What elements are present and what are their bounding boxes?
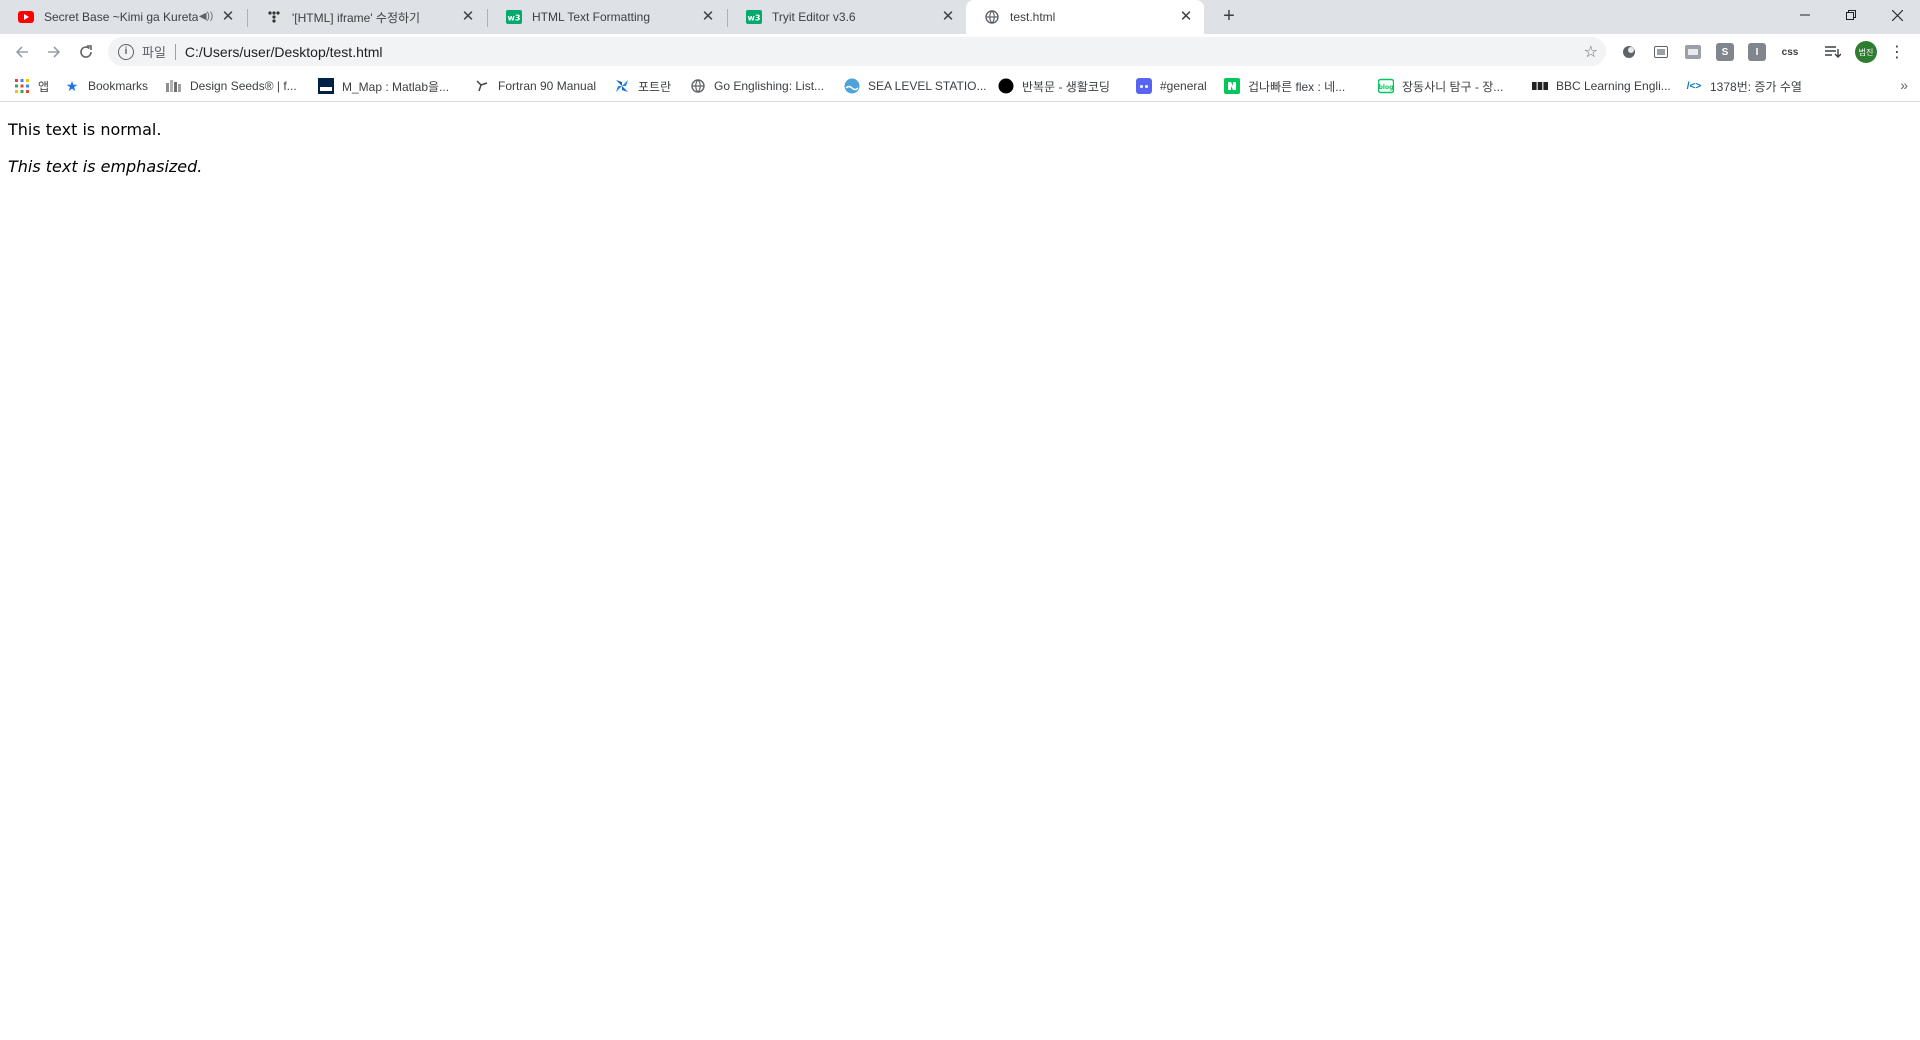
bookmark-label: #general bbox=[1160, 79, 1207, 93]
bookmarks-bar: 앱 ★ Bookmarks Design Seeds® | f... M_Map… bbox=[0, 70, 1920, 102]
new-tab-button[interactable]: + bbox=[1216, 5, 1242, 29]
bbc-icon bbox=[1532, 78, 1548, 94]
extension-screenshot-icon[interactable] bbox=[1652, 43, 1670, 61]
extension-s-icon[interactable]: S bbox=[1716, 43, 1734, 61]
bookmark-label: BBC Learning Engli... bbox=[1556, 79, 1671, 93]
forward-button[interactable] bbox=[40, 38, 68, 66]
bookmark-flex-naver[interactable]: 겁나빠른 flex : 네... bbox=[1224, 70, 1345, 102]
youtube-icon bbox=[18, 9, 34, 25]
ubc-icon bbox=[318, 78, 334, 94]
info-icon[interactable]: i bbox=[118, 43, 134, 60]
bookmark-label: 반복문 - 생활코딩 bbox=[1022, 79, 1110, 94]
bookmark-sea-level-station[interactable]: SEA LEVEL STATIO... bbox=[844, 70, 987, 102]
svg-text:w3: w3 bbox=[508, 14, 521, 23]
close-tab-icon[interactable]: ✕ bbox=[700, 9, 716, 25]
close-window-button[interactable] bbox=[1874, 0, 1920, 30]
design-seeds-icon bbox=[166, 78, 182, 94]
bookmark-apps[interactable]: 앱 bbox=[14, 70, 49, 102]
extension-css-icon[interactable]: css bbox=[1778, 43, 1802, 61]
close-tab-icon[interactable]: ✕ bbox=[220, 9, 236, 25]
bookmark-design-seeds[interactable]: Design Seeds® | f... bbox=[166, 70, 297, 102]
svg-text:w3: w3 bbox=[748, 14, 761, 23]
tab-tryit-editor[interactable]: w3 Tryit Editor v3.6 ✕ bbox=[728, 0, 966, 34]
pinwheel-icon bbox=[614, 78, 630, 94]
normal-text: This text is normal. bbox=[8, 120, 162, 139]
reload-button[interactable] bbox=[72, 38, 100, 66]
bookmark-go-englishing[interactable]: Go Englishing: List... bbox=[690, 70, 824, 102]
bookmark-label: 장동사니 탐구 - 장... bbox=[1402, 79, 1504, 94]
reload-icon bbox=[80, 45, 92, 58]
reading-list-icon[interactable] bbox=[1824, 43, 1842, 61]
bookmark-label: 1378번: 증가 수열 bbox=[1710, 79, 1802, 94]
naver-icon bbox=[1224, 78, 1240, 94]
bookmark-loop-opentutorials[interactable]: 반복문 - 생활코딩 bbox=[998, 70, 1110, 102]
code-icon: /<> bbox=[1686, 80, 1702, 92]
tab-title: Tryit Editor v3.6 bbox=[772, 10, 856, 24]
close-tab-icon[interactable]: ✕ bbox=[940, 9, 956, 25]
bookmark-label: 겁나빠른 flex : 네... bbox=[1248, 79, 1346, 94]
restore-button[interactable] bbox=[1828, 0, 1874, 30]
tab-title: Secret Base ~Kimi ga Kureta bbox=[44, 10, 198, 24]
tab-title: HTML Text Formatting bbox=[532, 10, 651, 24]
apps-grid-icon bbox=[14, 78, 30, 94]
tistory-icon bbox=[266, 9, 282, 25]
bookmark-label: SEA LEVEL STATIO... bbox=[868, 79, 987, 93]
tab-html-text-formatting[interactable]: w3 HTML Text Formatting ✕ bbox=[488, 0, 726, 34]
url-scheme-label: 파일 bbox=[142, 45, 166, 60]
star-icon: ★ bbox=[65, 77, 79, 94]
more-menu-icon[interactable]: ⋮ bbox=[1888, 43, 1906, 61]
bookmark-label: Bookmarks bbox=[88, 79, 149, 93]
bookmark-label: Fortran 90 Manual bbox=[498, 79, 597, 93]
bookmark-label: 앱 bbox=[38, 79, 50, 94]
extension-dark-mode-icon[interactable] bbox=[1620, 43, 1638, 61]
bookmark-label: Design Seeds® | f... bbox=[190, 79, 297, 93]
close-tab-icon[interactable]: ✕ bbox=[460, 9, 476, 25]
speaker-icon[interactable]: ◀)) bbox=[198, 9, 214, 25]
bookmark-jangdong-blog[interactable]: blog 장동사니 탐구 - 장... bbox=[1378, 70, 1503, 102]
url-text[interactable]: C:/Users/user/Desktop/test.html bbox=[185, 44, 383, 60]
back-button[interactable] bbox=[8, 38, 36, 66]
tab-strip: Secret Base ~Kimi ga Kureta ◀)) ✕ '[HTML… bbox=[0, 0, 1920, 34]
extension-i-icon[interactable]: I bbox=[1748, 43, 1766, 61]
bookmark-m-map[interactable]: M_Map : Matlab을... bbox=[318, 70, 449, 102]
minimize-button[interactable] bbox=[1782, 0, 1828, 30]
svg-text:blog: blog bbox=[1379, 84, 1394, 91]
discord-icon bbox=[1136, 78, 1152, 94]
tab-title: '[HTML] iframe' 수정하기 bbox=[292, 10, 421, 25]
browser-toolbar: i 파일 C:/Users/user/Desktop/test.html ☆ S… bbox=[0, 34, 1920, 70]
bookmark-fortran-kr[interactable]: 포트란 bbox=[614, 70, 671, 102]
omnibox-divider bbox=[174, 43, 176, 60]
bookmark-star-icon[interactable]: ☆ bbox=[1584, 42, 1598, 62]
bookmark-baekjoon-1378[interactable]: /<> 1378번: 증가 수열 bbox=[1686, 70, 1802, 102]
arrow-left-icon bbox=[15, 46, 28, 58]
bookmark-label: M_Map : Matlab을... bbox=[342, 79, 450, 94]
arrow-right-icon bbox=[48, 46, 61, 58]
bookmark-bookmarks[interactable]: ★ Bookmarks bbox=[64, 70, 148, 102]
tab-iframe-edit[interactable]: '[HTML] iframe' 수정하기 ✕ bbox=[248, 0, 486, 34]
bookmark-bbc-learning-english[interactable]: BBC Learning Engli... bbox=[1532, 70, 1671, 102]
bookmark-label: Go Englishing: List... bbox=[714, 79, 825, 93]
globe-icon bbox=[984, 9, 1000, 25]
extension-window-icon[interactable] bbox=[1684, 43, 1702, 61]
avatar[interactable]: 범진 bbox=[1855, 41, 1877, 63]
address-bar[interactable]: i 파일 C:/Users/user/Desktop/test.html ☆ bbox=[108, 37, 1606, 66]
tab-test-html[interactable]: test.html ✕ bbox=[966, 0, 1204, 34]
sea-level-icon bbox=[844, 78, 860, 94]
emphasized-text: This text is emphasized. bbox=[8, 157, 203, 176]
w3schools-icon: w3 bbox=[506, 9, 522, 25]
close-tab-icon[interactable]: ✕ bbox=[1178, 9, 1194, 25]
chevron-double-right-icon[interactable]: » bbox=[1900, 77, 1908, 93]
blog-icon: blog bbox=[1378, 78, 1394, 94]
w3schools-icon: w3 bbox=[746, 9, 762, 25]
page-content: This text is normal. This text is emphas… bbox=[0, 102, 1920, 1040]
tab-secret-base[interactable]: Secret Base ~Kimi ga Kureta ◀)) ✕ bbox=[0, 0, 246, 34]
globe-icon bbox=[690, 78, 706, 94]
bookmark-general[interactable]: #general bbox=[1136, 70, 1207, 102]
bookmark-fortran-90-manual[interactable]: Fortran 90 Manual bbox=[474, 70, 596, 102]
fortran-icon bbox=[474, 78, 490, 94]
circle-icon bbox=[998, 78, 1014, 94]
bookmark-label: 포트란 bbox=[638, 79, 672, 94]
tab-title: test.html bbox=[1010, 10, 1056, 24]
